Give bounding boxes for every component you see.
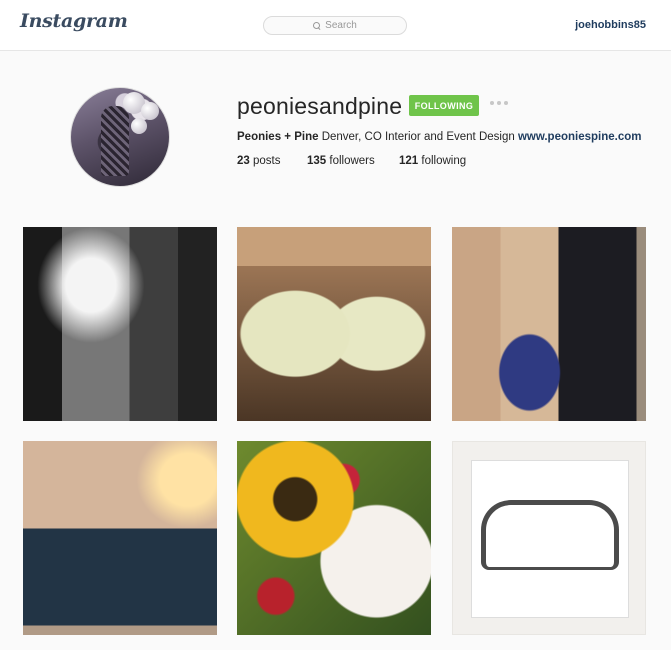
search-placeholder: Search: [325, 20, 357, 31]
posts-count: 23 posts: [237, 155, 281, 167]
bio-name: Peonies + Pine: [237, 131, 319, 143]
avatar-figure: [101, 106, 129, 176]
top-navigation-bar: Instagram Search joehobbins85: [0, 0, 671, 51]
bio-text: Denver, CO Interior and Event Design: [318, 131, 518, 143]
post-thumbnail-chairs[interactable]: [237, 227, 431, 421]
avatar-balloon: [141, 102, 159, 120]
current-user-link[interactable]: joehobbins85: [575, 19, 646, 31]
post-thumbnail-dresser[interactable]: [23, 441, 217, 635]
more-options-icon[interactable]: [490, 101, 508, 105]
bio-website-link[interactable]: www.peoniespine.com: [518, 131, 642, 143]
profile-username: peoniesandpine: [237, 93, 403, 119]
following-button[interactable]: FOLLOWING: [409, 95, 479, 116]
followers-count[interactable]: 135 followers: [307, 155, 399, 167]
profile-bio: Peonies + Pine Denver, CO Interior and E…: [237, 131, 641, 143]
profile-avatar: [70, 87, 170, 187]
post-thumbnail-sofa-art[interactable]: [452, 441, 646, 635]
post-thumbnail-flowers[interactable]: [237, 441, 431, 635]
following-count[interactable]: 121 following: [399, 155, 466, 167]
sofa-sketch: [481, 500, 619, 570]
instagram-logo[interactable]: Instagram: [20, 10, 128, 32]
search-icon: [313, 22, 321, 29]
profile-stats: 23 posts 135 followers 121 following: [237, 155, 466, 167]
post-thumbnail-lamp[interactable]: [23, 227, 217, 421]
post-thumbnail-blue-chair[interactable]: [452, 227, 646, 421]
avatar-balloon: [131, 118, 147, 134]
artwork-frame: [471, 460, 629, 618]
search-input[interactable]: Search: [263, 16, 407, 35]
